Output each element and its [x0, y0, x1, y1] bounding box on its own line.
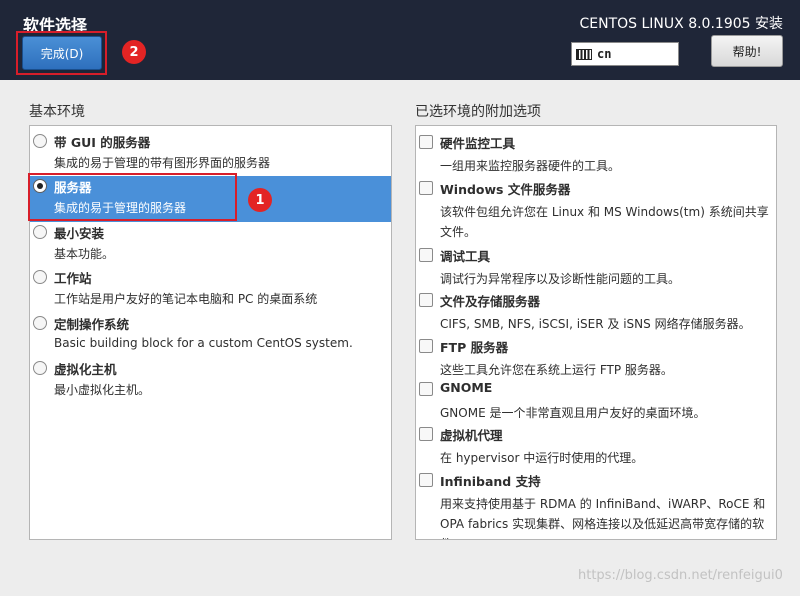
addon-desc: 该软件包组允许您在 Linux 和 MS Windows(tm) 系统间共享文件… [440, 205, 769, 239]
checkbox[interactable] [419, 473, 433, 487]
env-item-server-with-gui[interactable]: 带 GUI 的服务器 集成的易于管理的带有图形界面的服务器 [30, 131, 391, 177]
addon-desc: 在 hypervisor 中运行时使用的代理。 [440, 451, 644, 465]
env-item-minimal-install[interactable]: 最小安装 基本功能。 [30, 222, 391, 268]
radio-button[interactable] [33, 316, 47, 330]
step-badge-2: 2 [122, 40, 146, 64]
addon-desc: 这些工具允许您在系统上运行 FTP 服务器。 [440, 363, 673, 377]
env-item-desc: 集成的易于管理的带有图形界面的服务器 [54, 156, 271, 170]
addon-name: 虚拟机代理 [440, 428, 503, 443]
env-item-name: 定制操作系统 [54, 317, 130, 332]
header-bar: 软件选择 CENTOS LINUX 8.0.1905 安装 完成(D) cn 帮… [0, 0, 800, 80]
addon-desc: CIFS, SMB, NFS, iSCSI, iSER 及 iSNS 网络存储服… [440, 317, 751, 331]
base-environment-title: 基本环境 [29, 104, 85, 120]
env-item-name: 工作站 [54, 271, 92, 286]
keyboard-layout-indicator[interactable]: cn [571, 42, 679, 66]
radio-button[interactable] [33, 270, 47, 284]
help-button[interactable]: 帮助! [711, 35, 783, 67]
checkbox[interactable] [419, 181, 433, 195]
addons-title: 已选环境的附加选项 [415, 104, 541, 120]
env-item-desc: Basic building block for a custom CentOS… [54, 336, 353, 350]
env-item-name: 带 GUI 的服务器 [54, 135, 151, 150]
env-item-workstation[interactable]: 工作站 工作站是用户友好的笔记本电脑和 PC 的桌面系统 [30, 267, 391, 313]
env-item-desc: 基本功能。 [54, 247, 115, 261]
addons-list: 硬件监控工具 一组用来监控服务器硬件的工具。 Windows 文件服务器 该软件… [415, 125, 777, 540]
env-item-custom-os[interactable]: 定制操作系统 Basic building block for a custom… [30, 313, 391, 359]
addon-desc: GNOME 是一个非常直观且用户友好的桌面环境。 [440, 406, 706, 420]
checkbox[interactable] [419, 135, 433, 149]
env-item-desc: 工作站是用户友好的笔记本电脑和 PC 的桌面系统 [54, 292, 318, 306]
env-item-virtualization-host[interactable]: 虚拟化主机 最小虚拟化主机。 [30, 358, 391, 404]
addon-name: 调试工具 [440, 249, 491, 264]
radio-button[interactable] [33, 225, 47, 239]
env-item-desc: 最小虚拟化主机。 [54, 383, 151, 397]
addon-name: 硬件监控工具 [440, 136, 516, 151]
checkbox[interactable] [419, 248, 433, 262]
addon-name: Windows 文件服务器 [440, 182, 571, 197]
addon-name: FTP 服务器 [440, 340, 509, 355]
keyboard-layout-label: cn [597, 47, 612, 61]
keyboard-icon [576, 48, 592, 60]
addon-name: GNOME [440, 380, 493, 395]
addon-name: Infiniband 支持 [440, 474, 541, 489]
env-item-name: 虚拟化主机 [54, 362, 117, 377]
step-badge-1: 1 [248, 188, 272, 212]
addon-desc: 一组用来监控服务器硬件的工具。 [440, 159, 621, 173]
checkbox[interactable] [419, 293, 433, 307]
checkbox[interactable] [419, 339, 433, 353]
radio-button[interactable] [33, 361, 47, 375]
product-title: CENTOS LINUX 8.0.1905 安装 [579, 16, 784, 32]
checkbox[interactable] [419, 382, 433, 396]
addon-desc: 用来支持使用基于 RDMA 的 InfiniBand、iWARP、RoCE 和 … [440, 497, 766, 539]
addon-name: 文件及存储服务器 [440, 294, 541, 309]
radio-button[interactable] [33, 134, 47, 148]
watermark-text: https://blog.csdn.net/renfeigui0 [578, 568, 783, 583]
checkbox[interactable] [419, 427, 433, 441]
server-highlight-box [28, 173, 237, 221]
env-item-name: 最小安装 [54, 226, 105, 241]
done-highlight-box [16, 31, 107, 75]
addon-desc: 调试行为异常程序以及诊断性能问题的工具。 [440, 272, 681, 286]
